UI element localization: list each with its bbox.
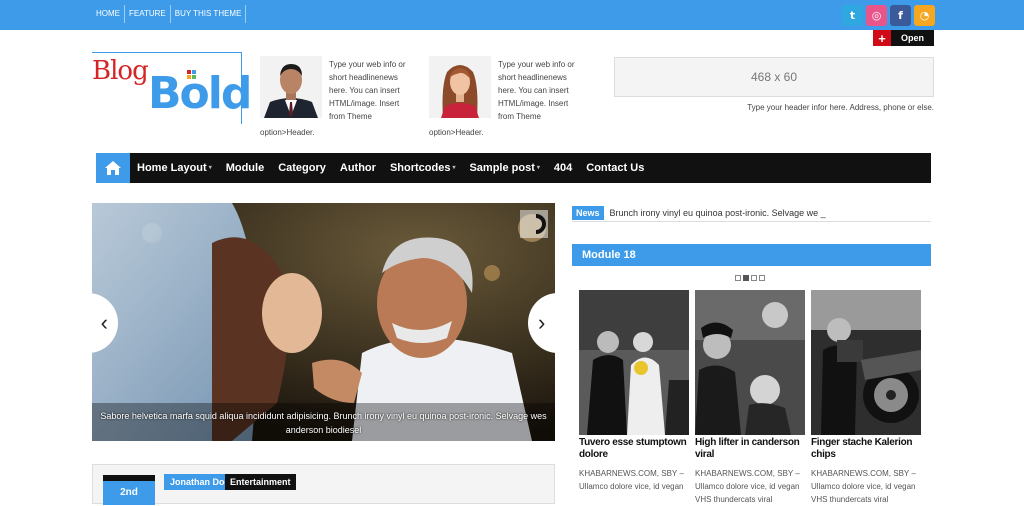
open-label: Open — [891, 30, 934, 46]
plus-icon: + — [873, 30, 891, 46]
ticker-tag: News — [572, 205, 604, 220]
card-thumbnail[interactable] — [811, 290, 921, 435]
top-bar: HOME FEATURE BUY THIS THEME t ◎ f ◔ — [0, 0, 1024, 30]
chevron-down-icon: ▾ — [452, 165, 456, 171]
chevron-down-icon: ▾ — [208, 165, 212, 171]
card-excerpt: KHABARNEWS.COM, SBY – Ullamco dolore vic… — [811, 469, 916, 504]
nav-home-layout[interactable]: Home Layout ▾ — [130, 153, 219, 183]
top-nav-home[interactable]: HOME — [92, 5, 125, 23]
profile-1-text: Type your web info or short headlinenews… — [329, 60, 406, 121]
news-ticker: News Brunch irony vinyl eu quinoa post-i… — [572, 204, 931, 222]
card-title[interactable]: High lifter in canderson viral — [695, 437, 805, 463]
carousel-dot-3[interactable] — [751, 275, 757, 281]
slide-caption[interactable]: Sabore helvetica marfa squid aliqua inci… — [92, 409, 555, 437]
post-category[interactable]: Entertainment — [225, 474, 296, 490]
module-card[interactable]: Finger stache Kalerion chips KHABARNEWS.… — [811, 290, 921, 506]
nav-category[interactable]: Category — [271, 153, 333, 183]
nav-module[interactable]: Module — [219, 153, 272, 183]
card-excerpt: KHABARNEWS.COM, SBY – Ullamco dolore vic… — [579, 469, 684, 491]
home-icon[interactable] — [96, 153, 130, 183]
top-nav-feature[interactable]: FEATURE — [125, 5, 171, 23]
carousel-dot-4[interactable] — [759, 275, 765, 281]
nav-contact-us[interactable]: Contact Us — [579, 153, 651, 183]
chevron-down-icon: ▾ — [536, 165, 540, 171]
slider-next-arrow[interactable]: › — [528, 293, 582, 353]
main-nav: Home Layout ▾ Module Category Author Shor… — [96, 153, 931, 183]
card-thumbnail[interactable] — [579, 290, 689, 435]
top-nav-buy-theme[interactable]: BUY THIS THEME — [171, 5, 247, 23]
module-title: Module 18 — [572, 244, 931, 266]
avatar-woman — [429, 56, 491, 118]
featured-slider[interactable]: Sabore helvetica marfa squid aliqua inci… — [92, 203, 555, 441]
logo-squares-icon — [187, 70, 196, 79]
date-badge: 2nd — [103, 475, 155, 505]
nav-sample-post[interactable]: Sample post ▾ — [462, 153, 546, 183]
post-preview: 2nd Jonathan Doe Entertainment — [92, 464, 555, 505]
rss-icon[interactable]: ◔ — [914, 5, 935, 26]
carousel-dot-2[interactable] — [743, 275, 749, 281]
profile-2-text: Type your web info or short headlinenews… — [498, 60, 575, 121]
card-title[interactable]: Finger stache Kalerion chips — [811, 437, 921, 463]
avatar-man — [260, 56, 322, 118]
facebook-icon[interactable]: f — [890, 5, 911, 26]
dribbble-icon[interactable]: ◎ — [866, 5, 887, 26]
logo-blog-text: Blog — [92, 56, 149, 86]
nav-404[interactable]: 404 — [547, 153, 579, 183]
top-nav: HOME FEATURE BUY THIS THEME — [92, 5, 247, 23]
module-card[interactable]: High lifter in canderson viral KHABARNEW… — [695, 290, 805, 506]
nav-author[interactable]: Author — [333, 153, 383, 183]
twitter-icon[interactable]: t — [842, 5, 863, 26]
header-info-text: Type your header infor here. Address, ph… — [747, 103, 934, 112]
ticker-text[interactable]: Brunch irony vinyl eu quinoa post-ironic… — [610, 208, 826, 218]
social-icons: t ◎ f ◔ — [842, 5, 935, 26]
card-thumbnail[interactable] — [695, 290, 805, 435]
slide-image — [92, 203, 555, 441]
nav-shortcodes[interactable]: Shortcodes ▾ — [383, 153, 463, 183]
logo-bold-text: Bold — [148, 68, 252, 119]
slider-pause-button[interactable] — [520, 210, 548, 238]
profile-1-tail: option>Header. — [260, 128, 315, 137]
header-ad-banner[interactable]: 468 x 60 — [614, 57, 934, 97]
open-panel-button[interactable]: + Open — [873, 30, 934, 46]
module-card[interactable]: Tuvero esse stumptown dolore KHABARNEWS.… — [579, 290, 689, 493]
profile-2-tail: option>Header. — [429, 128, 484, 137]
carousel-dots — [735, 275, 765, 281]
site-logo[interactable]: Blog Bold — [92, 52, 252, 124]
carousel-dot-1[interactable] — [735, 275, 741, 281]
card-excerpt: KHABARNEWS.COM, SBY – Ullamco dolore vic… — [695, 469, 800, 504]
card-title[interactable]: Tuvero esse stumptown dolore — [579, 437, 689, 463]
